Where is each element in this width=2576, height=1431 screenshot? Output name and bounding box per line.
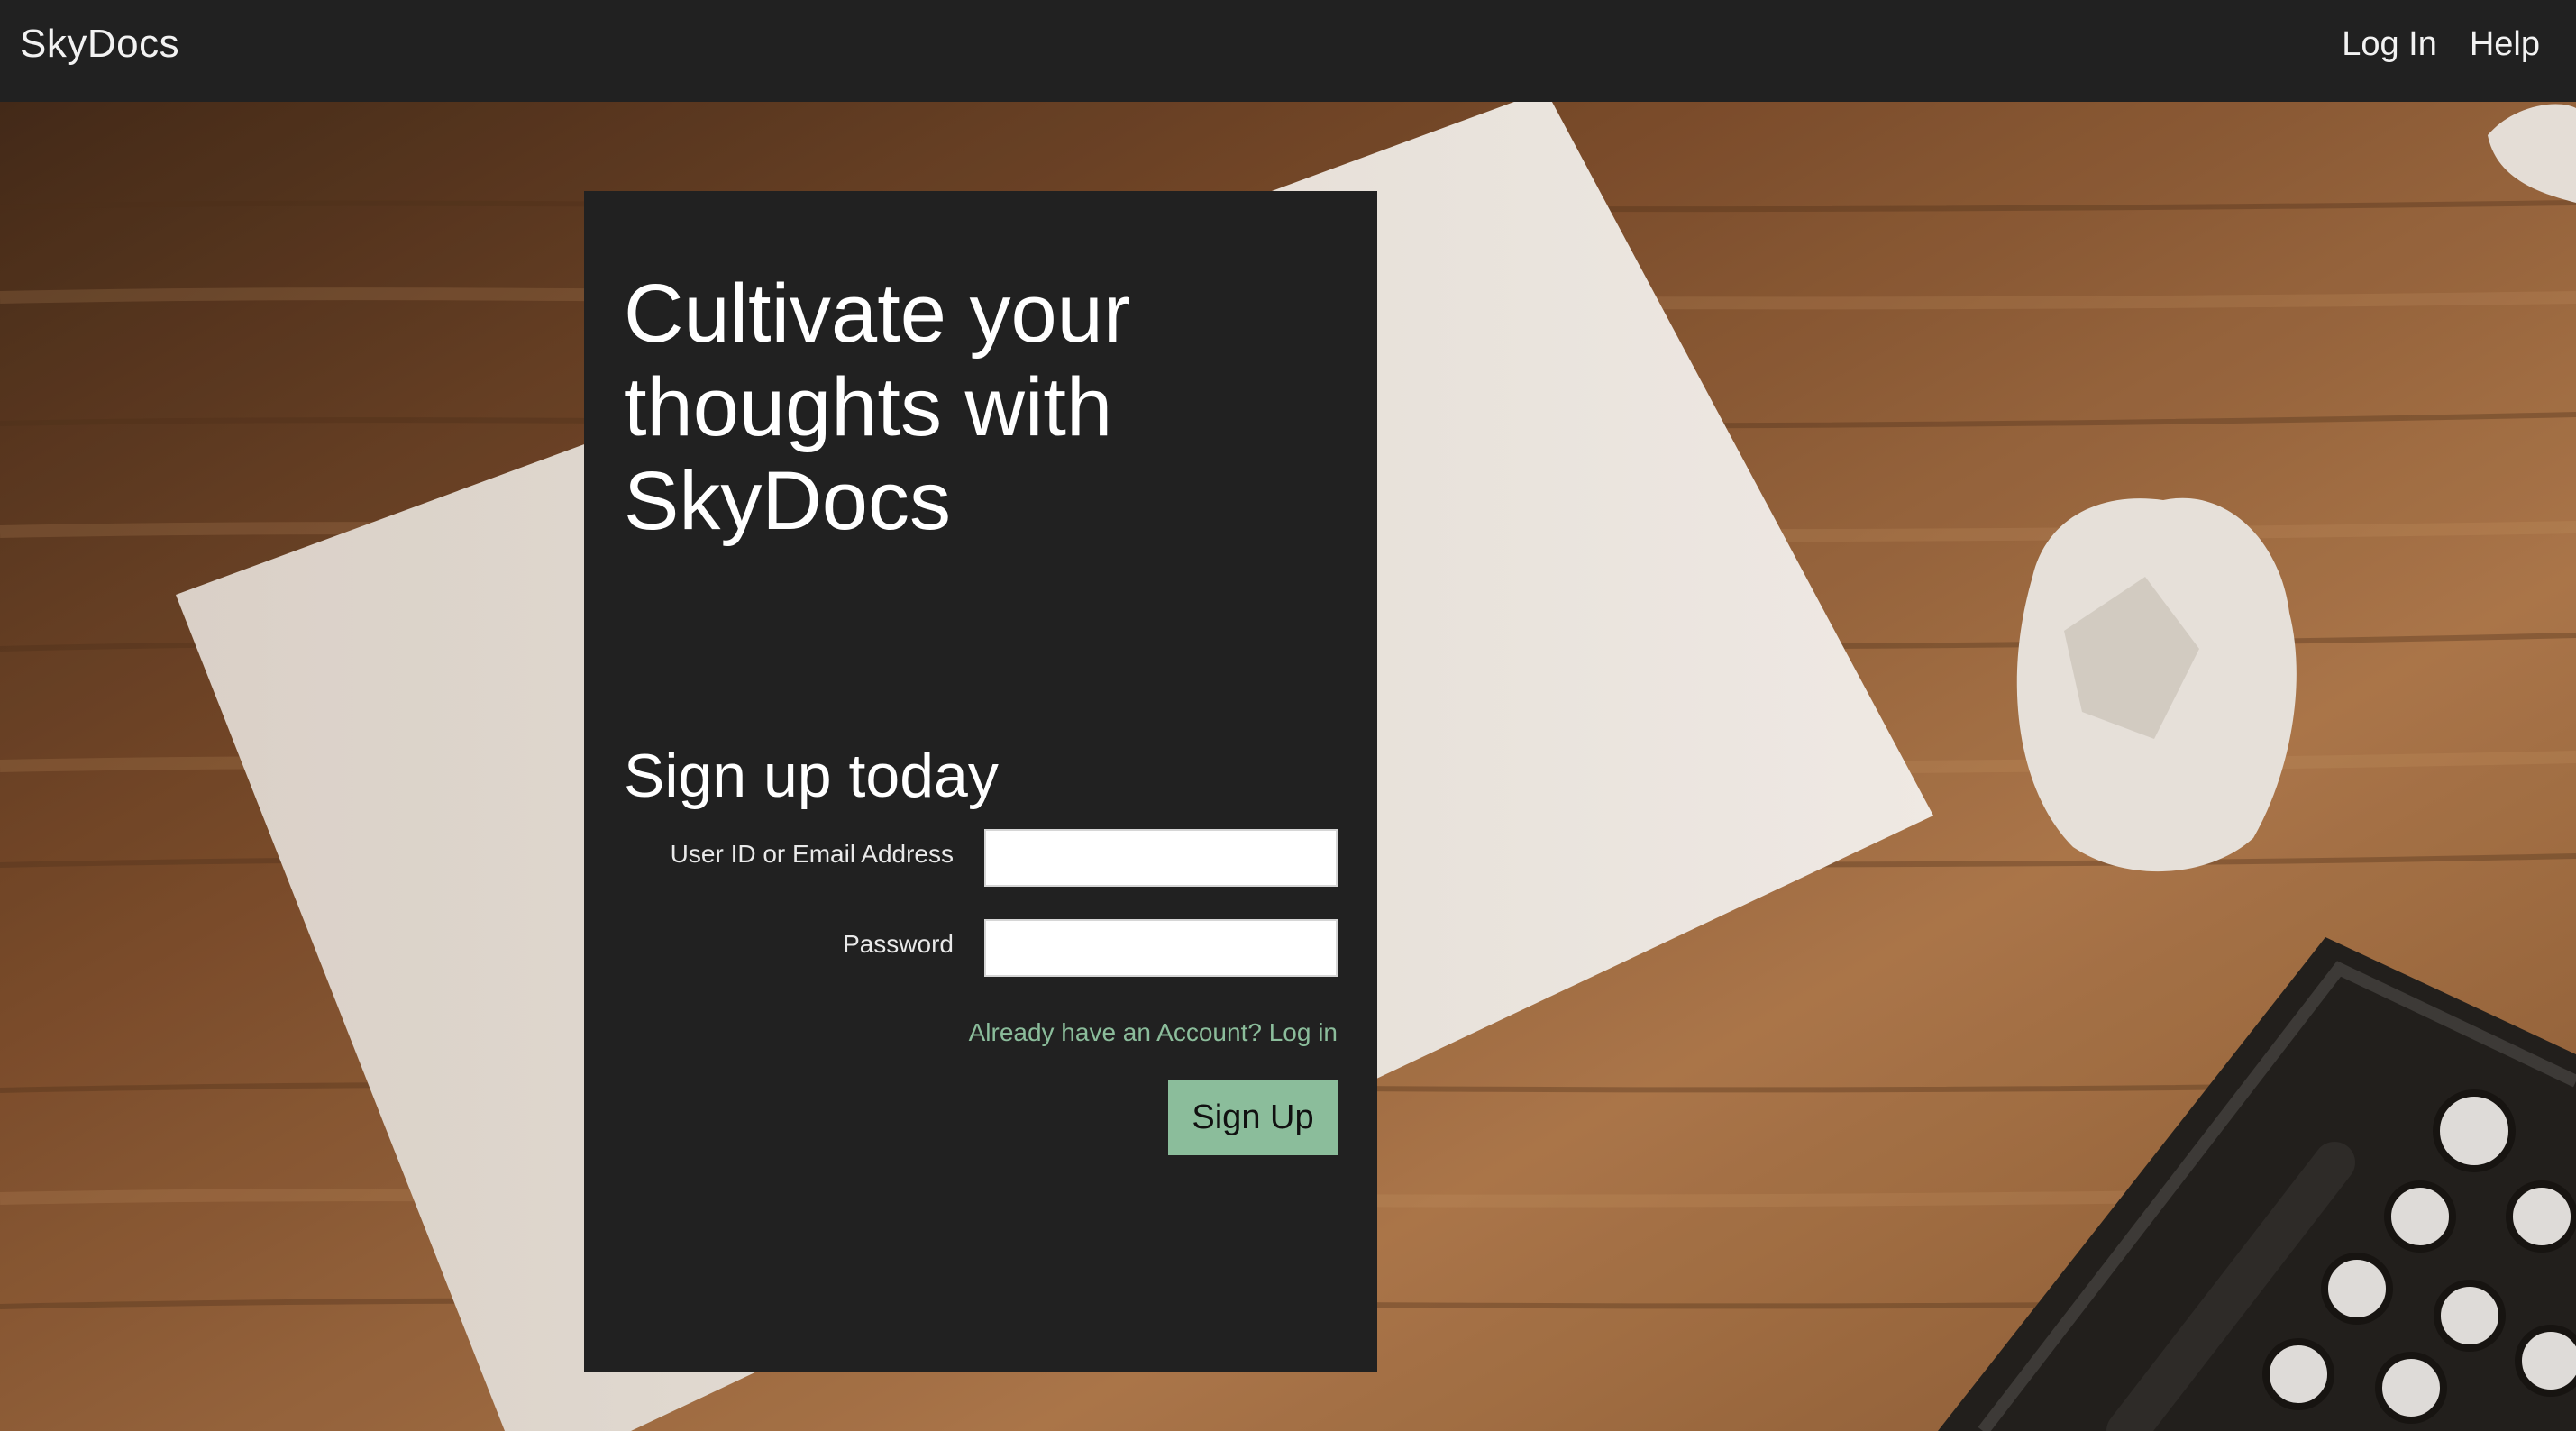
password-row: Password [584,919,1377,979]
nav-links: Log In Help [2342,25,2540,64]
signup-card: Cultivate your thoughts with SkyDocs Sig… [584,191,1377,1372]
password-input[interactable] [984,919,1338,977]
password-label: Password [843,930,954,958]
brand-logo-link[interactable]: SkyDocs [20,22,179,67]
signup-heading: Sign up today [624,742,999,810]
user-id-label: User ID or Email Address [670,840,954,868]
sign-up-button[interactable]: Sign Up [1168,1080,1338,1155]
user-id-input[interactable] [984,829,1338,887]
existing-account-login-link[interactable]: Already have an Account? Log in [969,1018,1338,1047]
help-nav-link[interactable]: Help [2470,25,2540,64]
hero-headline: Cultivate your thoughts with SkyDocs [624,268,1131,547]
login-nav-link[interactable]: Log In [2342,25,2437,64]
user-id-row: User ID or Email Address [584,829,1377,889]
top-nav-bar: SkyDocs Log In Help [0,0,2576,102]
